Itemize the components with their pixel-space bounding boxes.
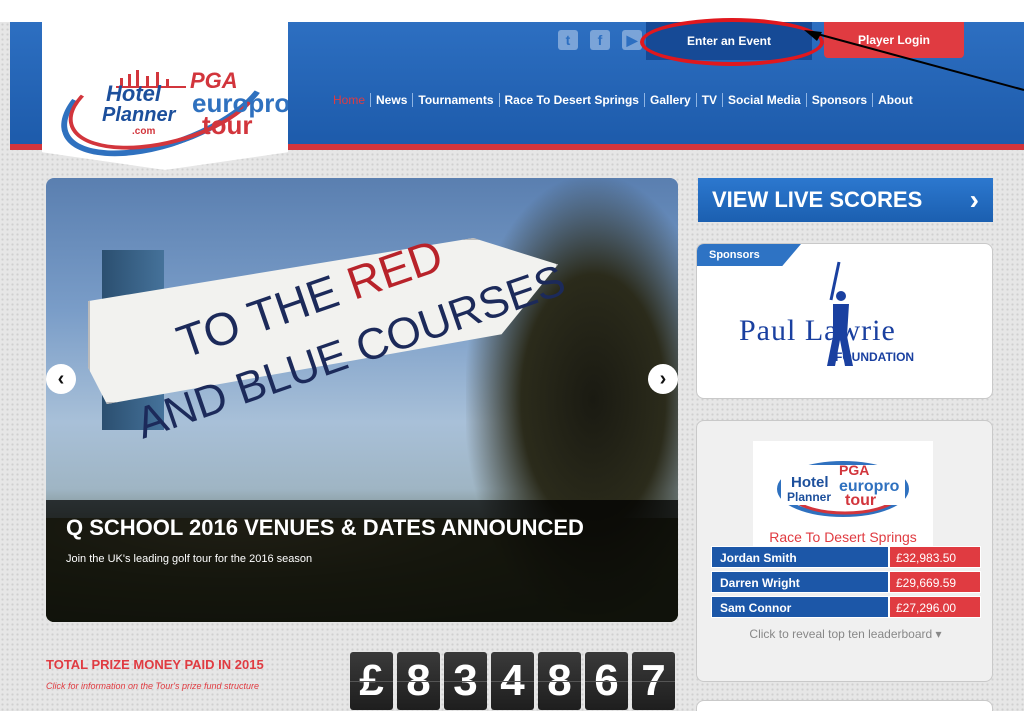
svg-text:Planner: Planner [787,490,831,504]
leaderboard-name: Sam Connor [711,596,889,618]
prize-money-link[interactable]: Click for information on the Tour's priz… [46,681,259,691]
counter-digit: £ [350,652,393,710]
sponsor-name: Paul Lawrie [739,314,896,347]
live-scores-label: VIEW LIVE SCORES [712,187,923,212]
svg-text:tour: tour [845,492,876,509]
logo-tour-text: tour [202,110,253,140]
leaderboard-name: Darren Wright [711,571,889,593]
prize-money-title[interactable]: TOTAL PRIZE MONEY PAID IN 2015 [46,657,264,672]
race-logo-panel[interactable]: Hotel Planner PGA europro tour Race To D… [753,441,933,551]
counter-digit: 4 [491,652,534,710]
race-title: Race To Desert Springs [769,529,917,545]
leaderboard-amount: £27,296.00 [889,596,981,618]
nav-item-about[interactable]: About [872,93,918,107]
social-links: t f ▶ [558,30,642,50]
annotation-arrow-icon [804,30,1024,91]
slider-subtext: Join the UK's leading golf tour for the … [66,553,313,565]
table-row[interactable]: Sam Connor £27,296.00 [711,596,981,618]
nav-item-social-media[interactable]: Social Media [722,93,806,107]
logo-planner-text: Planner [102,104,176,126]
slider-headline[interactable]: Q SCHOOL 2016 VENUES & DATES ANNOUNCED [66,514,586,541]
nav-item-news[interactable]: News [370,93,412,107]
youtube-icon[interactable]: ▶ [622,30,642,50]
nav-item-sponsors[interactable]: Sponsors [805,93,872,107]
counter-digit: 8 [397,652,440,710]
race-card: Hotel Planner PGA europro tour Race To D… [696,420,993,682]
counter-digit: 6 [585,652,628,710]
nav-item-tournaments[interactable]: Tournaments [412,93,498,107]
next-card [696,700,993,711]
logo-hotel-text: Hotel [106,81,161,106]
svg-text:Hotel: Hotel [791,474,829,491]
twitter-icon[interactable]: t [558,30,578,50]
main-nav: Home News Tournaments Race To Desert Spr… [328,93,918,107]
counter-digit: 7 [632,652,675,710]
slider-caption[interactable]: Q SCHOOL 2016 VENUES & DATES ANNOUNCED J… [46,500,678,622]
table-row[interactable]: Jordan Smith £32,983.50 [711,546,981,568]
nav-item-gallery[interactable]: Gallery [643,93,696,107]
slider-next-button[interactable]: › [648,364,678,394]
sponsors-label: Sponsors [697,244,801,266]
prize-counter: £ 8 3 4 8 6 7 [350,652,675,710]
view-live-scores-button[interactable]: VIEW LIVE SCORES › [698,178,993,222]
counter-digit: 8 [538,652,581,710]
leaderboard-name: Jordan Smith [711,546,889,568]
sponsor-subtitle: FOUNDATION [835,350,915,364]
table-row[interactable]: Darren Wright £29,669.59 [711,571,981,593]
facebook-icon[interactable]: f [590,30,610,50]
leaderboard-amount: £32,983.50 [889,546,981,568]
reveal-leaderboard-link[interactable]: Click to reveal top ten leaderboard ▾ [697,627,992,641]
nav-item-home[interactable]: Home [328,93,370,107]
nav-item-tv[interactable]: TV [695,93,722,107]
leaderboard-amount: £29,669.59 [889,571,981,593]
chevron-right-icon: › [969,184,979,215]
counter-digit: 3 [444,652,487,710]
logo-com-text: .com [132,126,156,137]
svg-text:PGA: PGA [839,462,869,478]
sponsors-card[interactable]: Sponsors Paul Lawrie FOUNDATION [696,243,993,399]
nav-item-race[interactable]: Race To Desert Springs [498,93,644,107]
slider-prev-button[interactable]: ‹ [46,364,76,394]
site-logo[interactable]: Hotel Planner .com PGA europro tour [42,22,288,170]
annotation-circle [640,18,824,66]
europro-logo-icon: Hotel Planner PGA europro tour [777,461,909,517]
